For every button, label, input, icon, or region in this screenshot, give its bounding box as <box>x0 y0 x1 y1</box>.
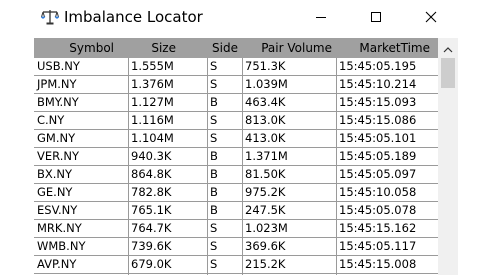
cell-side: S <box>210 113 218 127</box>
cell-market-time: 15:45:05.117 <box>339 239 417 253</box>
cell-size: 1.116M <box>131 113 174 127</box>
minimize-button[interactable] <box>306 4 336 30</box>
imbalance-locator-window: Imbalance Locator Symbol Size Side Pair … <box>0 0 496 275</box>
column-divider <box>128 58 129 275</box>
cell-side: S <box>210 239 218 253</box>
cell-symbol: WMB.NY <box>37 239 86 253</box>
cell-pair-volume: 215.2K <box>245 257 286 271</box>
table-row[interactable]: MRK.NY 764.7K S 1.023M 15:45:15.162 <box>34 220 438 238</box>
cell-size: 1.555M <box>131 59 174 73</box>
cell-side: B <box>210 185 218 199</box>
cell-size: 782.8K <box>131 185 172 199</box>
cell-pair-volume: 369.6K <box>245 239 286 253</box>
table-row[interactable]: WMB.NY 739.6K S 369.6K 15:45:05.117 <box>34 238 438 256</box>
cell-symbol: GE.NY <box>37 185 73 199</box>
cell-symbol: BMY.NY <box>37 95 79 109</box>
cell-pair-volume: 413.0K <box>245 131 286 145</box>
cell-size: 1.104M <box>131 131 174 145</box>
maximize-icon <box>370 8 382 27</box>
cell-side: S <box>210 257 218 271</box>
cell-size: 864.8K <box>131 167 172 181</box>
close-button[interactable] <box>416 4 446 30</box>
cell-side: S <box>210 221 218 235</box>
maximize-button[interactable] <box>361 4 391 30</box>
cell-size: 739.6K <box>131 239 172 253</box>
column-header-size[interactable]: Size <box>128 38 176 58</box>
cell-market-time: 15:45:05.078 <box>339 203 417 217</box>
scales-icon <box>40 9 60 25</box>
cell-market-time: 15:45:15.162 <box>339 221 417 235</box>
cell-pair-volume: 81.50K <box>245 167 286 181</box>
cell-market-time: 15:45:15.093 <box>339 95 417 109</box>
column-divider <box>242 58 243 275</box>
cell-pair-volume: 813.0K <box>245 113 286 127</box>
cell-pair-volume: 1.023M <box>245 221 288 235</box>
table-row[interactable]: GM.NY 1.104M S 413.0K 15:45:05.101 <box>34 130 438 148</box>
cell-size: 940.3K <box>131 149 172 163</box>
cell-side: S <box>210 77 218 91</box>
cell-symbol: BX.NY <box>37 167 73 181</box>
column-divider <box>207 58 208 275</box>
table-row[interactable]: AVP.NY 679.0K S 215.2K 15:45:15.008 <box>34 256 438 274</box>
cell-symbol: ESV.NY <box>37 203 78 217</box>
cell-market-time: 15:45:05.101 <box>339 131 417 145</box>
table-row[interactable]: BMY.NY 1.127M B 463.4K 15:45:15.093 <box>34 94 438 112</box>
column-header-pair-volume[interactable]: Pair Volume <box>250 38 332 58</box>
cell-size: 764.7K <box>131 221 172 235</box>
cell-pair-volume: 1.371M <box>245 149 288 163</box>
cell-symbol: AVP.NY <box>37 257 77 271</box>
cell-market-time: 15:45:10.214 <box>339 77 417 91</box>
cell-symbol: GM.NY <box>37 131 76 145</box>
table-row[interactable]: ESV.NY 765.1K B 247.5K 15:45:05.078 <box>34 202 438 220</box>
column-header-market-time[interactable]: MarketTime <box>344 38 430 58</box>
imbalance-grid: Symbol Size Side Pair Volume MarketTime … <box>34 38 458 275</box>
cell-pair-volume: 751.3K <box>245 59 286 73</box>
cell-pair-volume: 247.5K <box>245 203 286 217</box>
cell-side: B <box>210 95 218 109</box>
cell-market-time: 15:45:10.058 <box>339 185 417 199</box>
cell-market-time: 15:45:05.189 <box>339 149 417 163</box>
table-row[interactable]: USB.NY 1.555M S 751.3K 15:45:05.195 <box>34 58 438 76</box>
cell-side: B <box>210 203 218 217</box>
cell-pair-volume: 975.2K <box>245 185 286 199</box>
cell-size: 765.1K <box>131 203 172 217</box>
close-icon <box>425 8 437 27</box>
cell-symbol: C.NY <box>37 113 65 127</box>
chevron-up-icon <box>443 38 453 57</box>
title-bar[interactable]: Imbalance Locator <box>0 0 496 36</box>
cell-pair-volume: 463.4K <box>245 95 286 109</box>
cell-market-time: 15:45:05.195 <box>339 59 417 73</box>
grid-header: Symbol Size Side Pair Volume MarketTime <box>34 38 438 58</box>
table-row[interactable]: BX.NY 864.8K B 81.50K 15:45:05.097 <box>34 166 438 184</box>
cell-market-time: 15:45:15.008 <box>339 257 417 271</box>
cell-side: B <box>210 149 218 163</box>
table-row[interactable]: VER.NY 940.3K B 1.371M 15:45:05.189 <box>34 148 438 166</box>
table-row[interactable]: GE.NY 782.8K B 975.2K 15:45:10.058 <box>34 184 438 202</box>
cell-size: 1.127M <box>131 95 174 109</box>
cell-symbol: USB.NY <box>37 59 80 73</box>
column-header-symbol[interactable]: Symbol <box>34 38 114 58</box>
window-title: Imbalance Locator <box>64 8 203 26</box>
cell-side: S <box>210 59 218 73</box>
cell-size: 679.0K <box>131 257 172 271</box>
cell-pair-volume: 1.039M <box>245 77 288 91</box>
scroll-up-button[interactable] <box>438 38 458 56</box>
vertical-scrollbar[interactable] <box>438 38 458 275</box>
scrollbar-thumb[interactable] <box>441 58 455 88</box>
cell-symbol: JPM.NY <box>37 77 77 91</box>
minimize-icon <box>315 8 327 27</box>
column-divider <box>336 58 337 275</box>
column-header-side[interactable]: Side <box>200 38 238 58</box>
cell-market-time: 15:45:15.086 <box>339 113 417 127</box>
cell-symbol: MRK.NY <box>37 221 82 235</box>
cell-symbol: VER.NY <box>37 149 79 163</box>
cell-market-time: 15:45:05.097 <box>339 167 417 181</box>
cell-side: S <box>210 131 218 145</box>
table-row[interactable]: JPM.NY 1.376M S 1.039M 15:45:10.214 <box>34 76 438 94</box>
cell-side: B <box>210 167 218 181</box>
table-row[interactable]: C.NY 1.116M S 813.0K 15:45:15.086 <box>34 112 438 130</box>
cell-size: 1.376M <box>131 77 174 91</box>
